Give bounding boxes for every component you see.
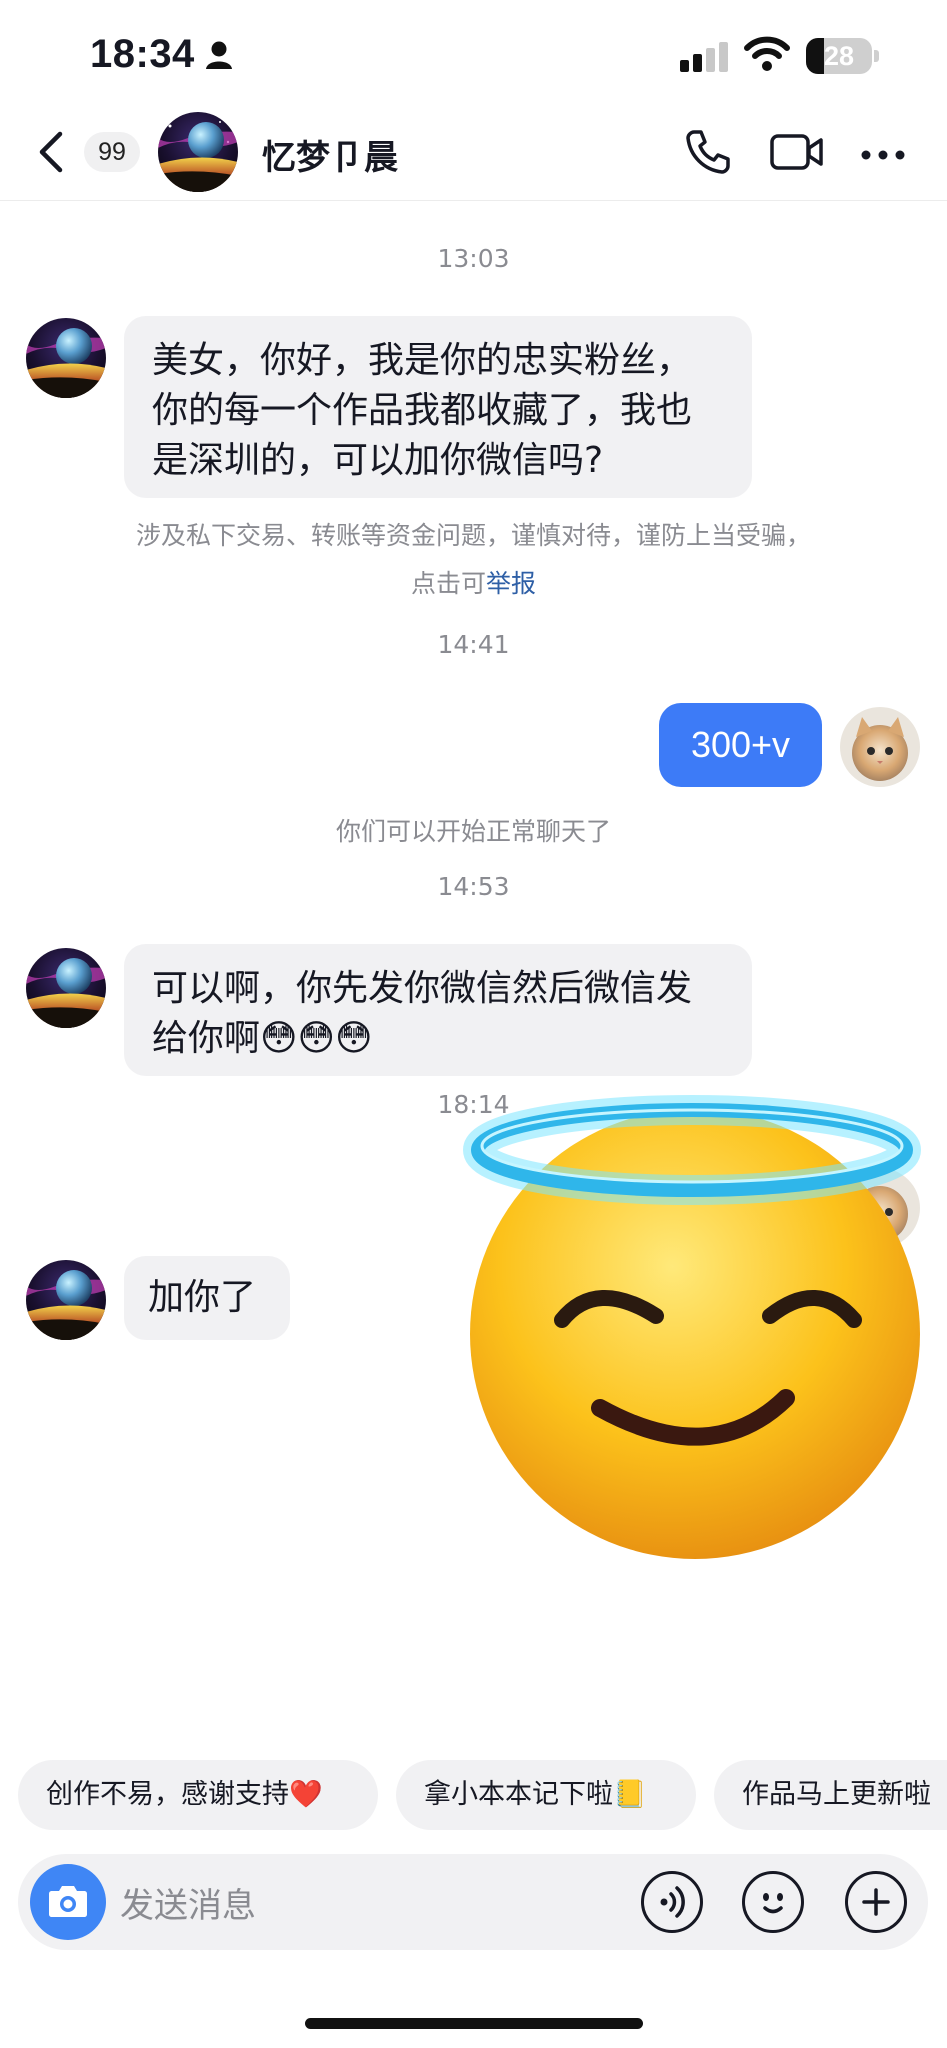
incoming-message-bubble[interactable]: 加你了 <box>124 1256 290 1340</box>
message-input[interactable]: 发送消息 <box>120 1878 256 1927</box>
person-icon <box>205 40 233 74</box>
incoming-message-bubble[interactable]: 可以啊，你先发你微信然后微信发给你啊😳😳😳 <box>124 944 752 1076</box>
header-divider <box>0 200 947 201</box>
sender-avatar[interactable] <box>26 318 106 398</box>
sender-avatar[interactable] <box>26 1260 106 1340</box>
timestamp: 13:03 <box>437 244 510 273</box>
voice-icon <box>660 1886 685 1918</box>
cellular-signal-icon <box>680 42 730 76</box>
system-notice: 你们可以开始正常聊天了 <box>335 817 611 846</box>
battery-nub <box>874 50 879 62</box>
contact-name: 忆梦卩晨 <box>262 138 398 178</box>
voice-button[interactable] <box>641 1871 703 1933</box>
halo-smiley-sticker[interactable] <box>450 1094 940 1578</box>
quick-reply-chip[interactable]: 作品马上更新啦 <box>714 1760 947 1830</box>
quick-reply-chip[interactable]: 拿小本本记下啦📒 <box>396 1760 696 1830</box>
my-avatar[interactable] <box>840 707 920 787</box>
emoji-button[interactable] <box>742 1871 804 1933</box>
report-link[interactable]: 举报 <box>486 569 536 598</box>
safety-warning: 涉及私下交易、转账等资金问题，谨慎对待，谨防上当受骗，点击可举报 <box>130 512 817 608</box>
more-options-icon[interactable] <box>860 146 906 165</box>
video-call-icon[interactable] <box>770 133 824 175</box>
emoji-face-icon <box>763 1893 783 1914</box>
timestamp: 14:53 <box>437 872 510 901</box>
battery-percentage: 28 <box>823 41 855 71</box>
contact-avatar[interactable] <box>158 112 238 192</box>
wifi-icon <box>744 36 790 76</box>
outgoing-message-bubble[interactable]: 300+v <box>659 703 822 787</box>
home-indicator <box>305 2018 643 2029</box>
plus-icon <box>862 1888 890 1916</box>
camera-button[interactable] <box>30 1864 106 1940</box>
back-chevron-icon[interactable] <box>36 130 66 178</box>
battery-indicator: 28 <box>806 38 872 74</box>
add-more-button[interactable] <box>845 1871 907 1933</box>
camera-icon <box>49 1886 87 1917</box>
unread-count-badge[interactable]: 99 <box>84 132 140 172</box>
status-time: 18:34 <box>90 32 195 76</box>
phone-call-icon[interactable] <box>684 128 732 180</box>
safety-warning-text: 涉及私下交易、转账等资金问题，谨慎对待，谨防上当受骗，点击可 <box>135 521 811 598</box>
sender-avatar[interactable] <box>26 948 106 1028</box>
incoming-message-bubble[interactable]: 美女，你好，我是你的忠实粉丝，你的每一个作品我都收藏了，我也是深圳的，可以加你微… <box>124 316 752 498</box>
timestamp: 14:41 <box>437 630 510 659</box>
quick-reply-chip[interactable]: 创作不易，感谢支持❤️ <box>18 1760 378 1830</box>
